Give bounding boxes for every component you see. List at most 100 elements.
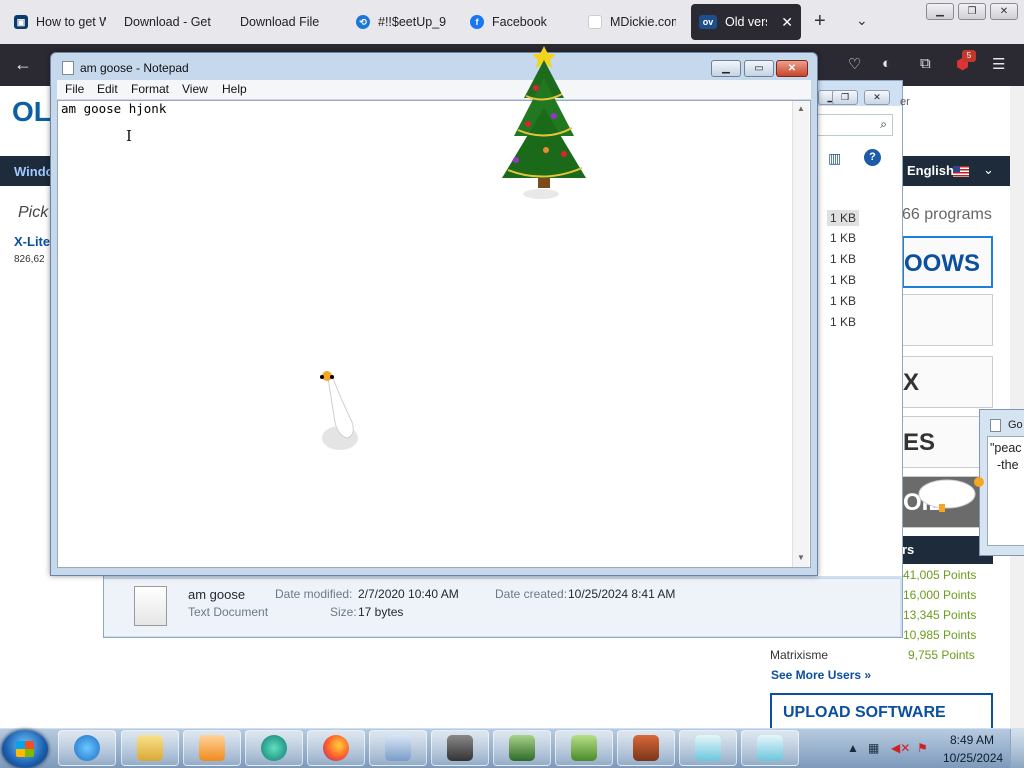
brand-box-windows[interactable]: OOWS	[902, 236, 993, 288]
close-icon[interactable]: ✕	[781, 14, 793, 31]
menu-view[interactable]: View	[182, 82, 208, 96]
details-modified-value: 2/7/2020 10:40 AM	[358, 587, 459, 601]
notepad-icon	[990, 419, 1001, 432]
explorer-restore-button[interactable]: ❐	[832, 90, 858, 105]
file-size-cell: 1 KB	[830, 231, 857, 245]
nav-windows-link[interactable]: Windo	[14, 164, 54, 179]
tab-old-version[interactable]: ov Old version ✕	[691, 4, 801, 40]
scroll-up-icon[interactable]: ▲	[797, 104, 805, 113]
see-more-users-link[interactable]: See More Users »	[771, 668, 871, 682]
tab-how-to-get[interactable]: ▣ How to get W	[6, 4, 114, 40]
site-logo[interactable]: OL	[12, 96, 51, 128]
notepad-icon	[757, 735, 783, 761]
notepad-content[interactable]: am goose hjonk	[61, 101, 166, 116]
new-tab-button[interactable]: +	[814, 10, 826, 33]
start-button[interactable]	[2, 730, 48, 768]
close-button[interactable]: ✕	[990, 3, 1018, 20]
internet-explorer-taskbar-button[interactable]	[58, 730, 116, 766]
firewall-icon	[633, 735, 659, 761]
app-taskbar-button-2[interactable]	[493, 730, 551, 766]
back-arrow-icon[interactable]: ←	[14, 54, 32, 75]
sync-icon[interactable]: ◐	[882, 55, 891, 72]
goose-note-attribution: -the	[997, 458, 1019, 472]
preview-pane-icon[interactable]: ▥	[828, 150, 841, 167]
tab-download-file[interactable]: Download File	[232, 4, 336, 40]
ov-icon: ov	[699, 15, 717, 29]
file-size-cell: 1 KB	[830, 315, 857, 329]
notepad-minimize-button[interactable]: ▁	[711, 60, 741, 77]
text-document-icon	[134, 586, 167, 626]
user-name-matrixisme[interactable]: Matrixisme	[770, 648, 828, 662]
search-icon[interactable]: ⌕	[880, 117, 887, 132]
network-icon[interactable]: ▦	[868, 741, 879, 755]
installer-icon	[571, 735, 597, 761]
top-program-link[interactable]: X-Lite	[14, 234, 50, 249]
clock-time[interactable]: 8:49 AM	[950, 733, 994, 747]
notepad-taskbar-button-2[interactable]	[741, 730, 799, 766]
details-file-type: Text Document	[188, 605, 269, 619]
tab-mdickie[interactable]: MDickie.com	[580, 4, 684, 40]
app-taskbar-button-4[interactable]	[617, 730, 675, 766]
notepad-text-area[interactable]	[57, 100, 811, 568]
pick-heading: Pick	[18, 204, 49, 221]
hamburger-menu-icon[interactable]: ☰	[992, 55, 1005, 73]
folder-icon	[137, 735, 163, 761]
page-icon: ▣	[14, 15, 28, 29]
top-program-count: 826,62	[14, 254, 45, 265]
edge-icon	[261, 735, 287, 761]
notepad-taskbar-button-1[interactable]	[679, 730, 737, 766]
language-selector[interactable]: English	[907, 163, 954, 178]
user-points: 10,985 Points	[903, 628, 977, 642]
app-taskbar-button-1[interactable]	[431, 730, 489, 766]
media-player-taskbar-button[interactable]	[183, 730, 241, 766]
page-scrollbar[interactable]	[1010, 86, 1024, 728]
user-points: 9,755 Points	[908, 648, 975, 662]
help-icon[interactable]: ?	[864, 149, 881, 166]
explorer-taskbar-button[interactable]	[121, 730, 179, 766]
monitor-icon	[509, 735, 535, 761]
brand-box-2[interactable]	[902, 294, 993, 346]
explorer-search-input[interactable]: ⌕	[817, 114, 893, 136]
details-size-label: Size:	[330, 605, 357, 619]
notepad-scrollbar[interactable]: ▲ ▼	[792, 101, 809, 567]
show-hidden-icons-icon[interactable]: ▲	[847, 741, 859, 755]
brand-box-3[interactable]: X	[902, 356, 993, 408]
clock-date[interactable]: 10/25/2024	[943, 751, 1003, 765]
explorer-close-button[interactable]: ✕	[864, 90, 890, 105]
app-taskbar-button-3[interactable]	[555, 730, 613, 766]
extension-badge: 5	[962, 50, 976, 62]
menu-help[interactable]: Help	[222, 82, 247, 96]
notepad-icon	[62, 61, 74, 75]
file-size-cell: 1 KB	[830, 252, 857, 266]
tab-facebook[interactable]: f Facebook	[462, 4, 572, 40]
notepad-title: am goose - Notepad	[80, 61, 189, 75]
restore-button[interactable]: ❐	[958, 3, 986, 20]
extensions-icon[interactable]: ⧉	[920, 55, 931, 72]
control-panel-taskbar-button[interactable]	[369, 730, 427, 766]
show-desktop-button[interactable]	[1010, 729, 1024, 768]
tab-download-get[interactable]: Download - Get C	[116, 4, 220, 40]
goose-note-quote: "peac	[990, 441, 1022, 455]
goose-icon	[320, 371, 358, 450]
menu-edit[interactable]: Edit	[97, 82, 118, 96]
menu-format[interactable]: Format	[131, 82, 169, 96]
chevron-down-icon[interactable]: ⌄	[856, 12, 868, 29]
minimize-button[interactable]: ▁	[926, 3, 954, 20]
goose-pulling-icon	[918, 477, 984, 512]
page-icon	[588, 15, 602, 29]
notepad-icon	[695, 735, 721, 761]
pocket-icon[interactable]: ♡	[848, 55, 861, 73]
user-points: 41,005 Points	[903, 568, 977, 582]
edge-taskbar-button[interactable]	[245, 730, 303, 766]
chevron-down-icon[interactable]: ⌄	[983, 162, 994, 178]
firefox-taskbar-button[interactable]	[307, 730, 365, 766]
scroll-down-icon[interactable]: ▼	[797, 553, 805, 562]
notepad-close-button[interactable]: ✕	[776, 60, 808, 77]
flag-alert-icon[interactable]: ⚑	[917, 741, 928, 755]
notepad-maximize-button[interactable]: ▭	[744, 60, 774, 77]
tab-setup[interactable]: ⟲ #!!$eetUp_905	[348, 4, 454, 40]
goose-note-title: Go	[1008, 419, 1023, 431]
upload-software-button[interactable]: UPLOAD SOFTWARE	[770, 693, 993, 731]
menu-file[interactable]: File	[65, 82, 84, 96]
volume-muted-icon[interactable]: ◀✕	[891, 741, 910, 755]
